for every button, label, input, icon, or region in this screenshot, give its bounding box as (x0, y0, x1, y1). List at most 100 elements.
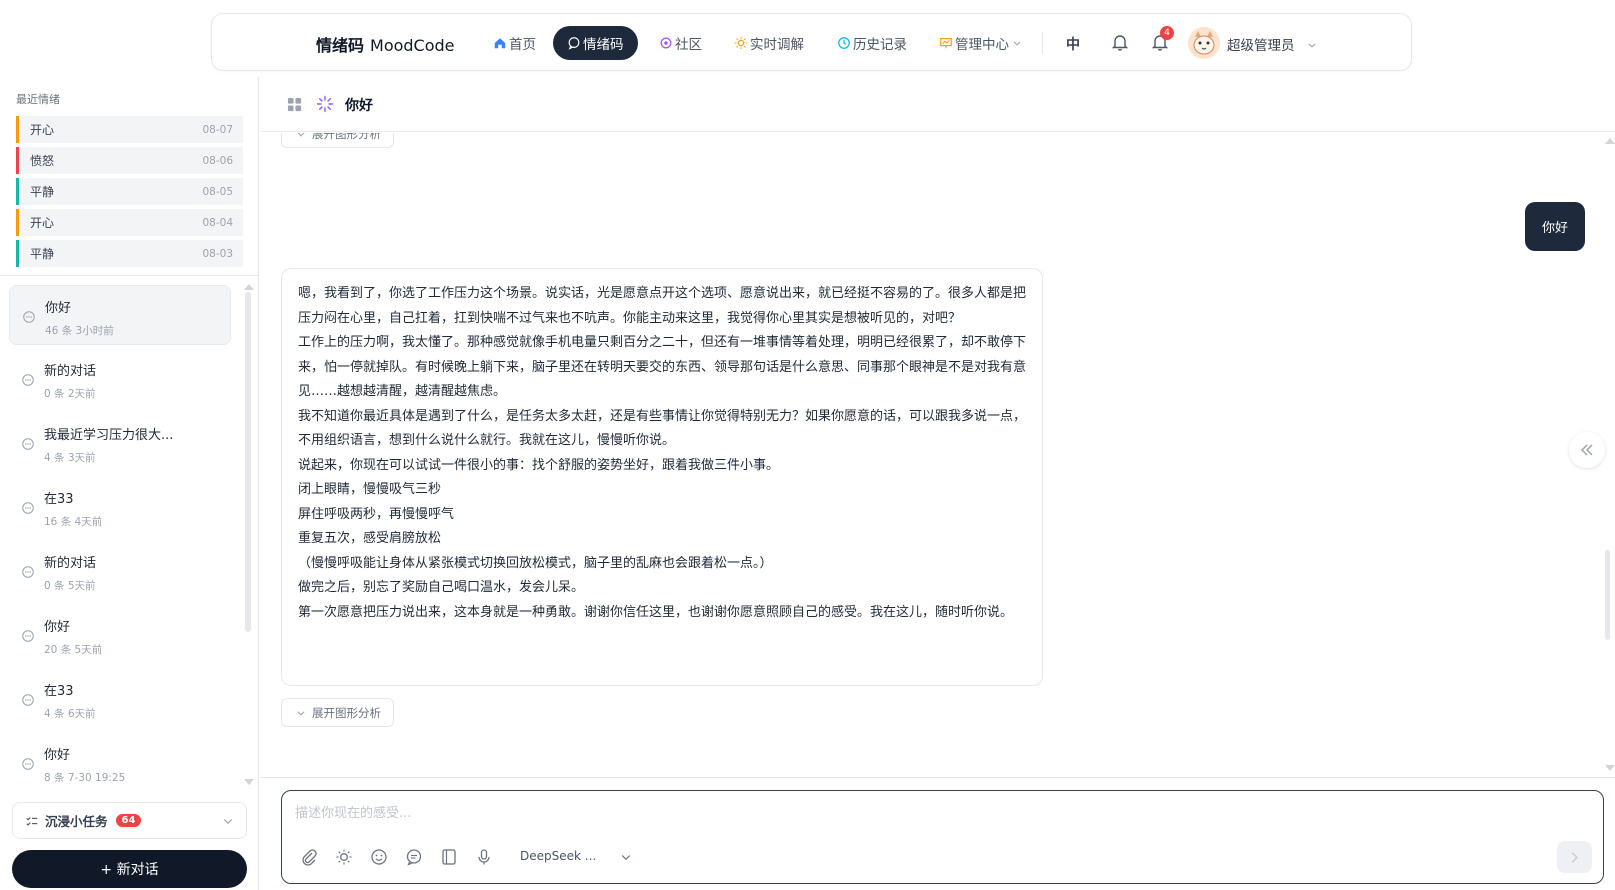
chat-icon (23, 311, 35, 323)
model-selector[interactable]: DeepSeek ... (520, 849, 632, 863)
chat-icon (22, 758, 34, 770)
brand-name-en: MoodCode (370, 36, 455, 55)
message-input[interactable] (295, 801, 1495, 825)
scroll-down-arrow-icon[interactable] (1605, 765, 1615, 771)
nav-label: 实时调解 (750, 37, 804, 53)
sidebar: 最近情绪 开心 08-07 愤怒 08-06 平静 08-05 开心 08-04 平静 0… (0, 77, 259, 890)
expand-analysis-button[interactable]: 展开图形分析 (281, 698, 394, 727)
ai-message-paragraph: 屏住呼吸两秒，再慢慢呼气 (298, 506, 455, 522)
double-chevron-left-icon (1580, 444, 1593, 456)
mood-label: 开心 (30, 216, 55, 230)
notifications-button[interactable]: 4 (1150, 26, 1174, 60)
bell-icon[interactable] (1110, 32, 1130, 52)
mood-date: 08-07 (202, 123, 233, 136)
brand-name-cn: 情绪码 (316, 36, 365, 55)
chat-icon (22, 502, 34, 514)
nav-item-home[interactable]: 首页 (493, 26, 536, 60)
new-chat-button[interactable]: + 新对话 (12, 850, 247, 888)
conversation-item[interactable]: 你好 46 条 3小时前 (9, 285, 231, 345)
mood-date: 08-05 (202, 185, 233, 198)
chat-icon (22, 630, 34, 642)
conversation-item[interactable]: 在33 4 条 6天前 (9, 669, 231, 729)
nav-item-mediation[interactable]: 实时调解 (734, 26, 804, 60)
cat-avatar-icon (1188, 27, 1220, 59)
community-icon (660, 37, 672, 49)
mood-label: 平静 (30, 247, 55, 261)
conversation-item[interactable]: 新的对话 0 条 5天前 (9, 541, 231, 601)
ai-message-bubble: 嗯，我看到了，你选了工作压力这个场景。说实话，光是愿意点开这个选项、愿意说出来，… (281, 268, 1043, 686)
chevron-right-icon (1571, 851, 1578, 863)
sidebar-divider (0, 275, 259, 276)
expand-analysis-button[interactable]: 展开图形分析 (281, 133, 394, 148)
conversation-meta: 20 条 5天前 (44, 644, 103, 656)
mood-item[interactable]: 开心 08-04 (16, 209, 243, 236)
nav-item-history[interactable]: 历史记录 (837, 26, 907, 60)
chevron-down-icon (1308, 43, 1316, 48)
conversation-title: 在33 (44, 684, 74, 699)
nav-label: 社区 (675, 37, 702, 53)
scroll-up-arrow-icon[interactable] (244, 284, 254, 290)
send-button[interactable] (1557, 841, 1592, 873)
username-label: 超级管理员 (1227, 38, 1295, 54)
message-icon[interactable] (405, 848, 423, 866)
immersive-tasks-toggle[interactable]: 沉浸小任务 64 (12, 802, 247, 839)
nav-item-community[interactable]: 社区 (659, 26, 702, 60)
collapse-panel-button[interactable] (1569, 432, 1605, 468)
sun-icon (734, 36, 748, 50)
mood-label: 平静 (30, 185, 55, 199)
mood-item[interactable]: 开心 08-07 (16, 116, 243, 143)
message-composer: DeepSeek ... (281, 790, 1604, 884)
ai-message-paragraph: 我不知道你最近具体是遇到了什么，是任务太多太赶，还是有些事情让你觉得特别无力？如… (298, 408, 1027, 449)
scroll-down-arrow-icon[interactable] (244, 779, 254, 785)
conversation-meta: 4 条 6天前 (44, 708, 96, 720)
chat-scrollbar[interactable] (1605, 550, 1610, 640)
sidebar-scrollbar[interactable] (245, 292, 251, 632)
emoji-icon[interactable] (370, 848, 388, 866)
conversation-item[interactable]: 在33 16 条 4天前 (9, 477, 231, 537)
chat-header: 你好 (260, 77, 1615, 132)
grid-icon[interactable] (287, 97, 302, 112)
mood-item[interactable]: 愤怒 08-06 (16, 147, 243, 174)
chat-bubble-icon (568, 37, 580, 50)
ai-message-paragraph: （慢慢呼吸能让身体从紧张模式切换回放松模式，脑子里的乱麻也会跟着松一点。） (298, 555, 773, 571)
conversation-item[interactable]: 你好 8 条 7-30 19:25 (9, 733, 231, 793)
language-switch[interactable]: 中 (1066, 34, 1080, 54)
conversation-meta: 0 条 2天前 (44, 388, 96, 400)
scroll-up-arrow-icon[interactable] (1605, 138, 1615, 144)
brand-logo[interactable]: 情绪码 MoodCode (316, 32, 455, 56)
mood-item[interactable]: 平静 08-05 (16, 178, 243, 205)
paperclip-icon[interactable] (300, 848, 318, 866)
conversation-item[interactable]: 我最近学习压力很大... 4 条 3天前 (9, 413, 231, 473)
chat-icon (22, 438, 34, 450)
mood-item[interactable]: 平静 08-03 (16, 240, 243, 267)
nav-item-admin[interactable]: 管理中心 (939, 26, 1024, 60)
tasks-count-badge: 64 (115, 814, 142, 827)
username[interactable]: 超级管理员 (1227, 34, 1317, 54)
home-icon (494, 38, 506, 49)
notification-badge: 4 (1160, 26, 1174, 40)
mood-label: 开心 (30, 123, 55, 137)
chevron-down-icon (297, 133, 305, 137)
chat-title: 你好 (345, 98, 373, 114)
chevron-down-icon (297, 710, 305, 716)
chat-icon (22, 566, 34, 578)
chevron-down-icon (223, 819, 233, 825)
tasks-label: 沉浸小任务 (45, 814, 108, 829)
microphone-icon[interactable] (475, 848, 493, 866)
chat-icon (22, 694, 34, 706)
nav-label: 情绪码 (583, 37, 624, 53)
ai-message-paragraph: 闭上眼睛，慢慢吸气三秒 (298, 482, 442, 497)
expand-analysis-label: 展开图形分析 (312, 133, 381, 141)
sparkle-icon (316, 95, 334, 113)
sun-icon[interactable] (335, 848, 353, 866)
nav-divider (1042, 32, 1043, 54)
user-message-bubble: 你好 (1525, 202, 1585, 251)
conversation-item[interactable]: 新的对话 0 条 2天前 (9, 349, 231, 409)
conversation-item[interactable]: 你好 20 条 5天前 (9, 605, 231, 665)
notebook-icon[interactable] (440, 848, 458, 866)
nav-item-moodcode[interactable]: 情绪码 (553, 26, 638, 60)
avatar[interactable] (1188, 27, 1220, 59)
top-navigation: 情绪码 MoodCode 首页 情绪码 社区 实时调解 历史记录 管理中心 中 4… (211, 13, 1412, 71)
composer-divider (260, 777, 1615, 778)
conversation-title: 你好 (44, 748, 71, 763)
